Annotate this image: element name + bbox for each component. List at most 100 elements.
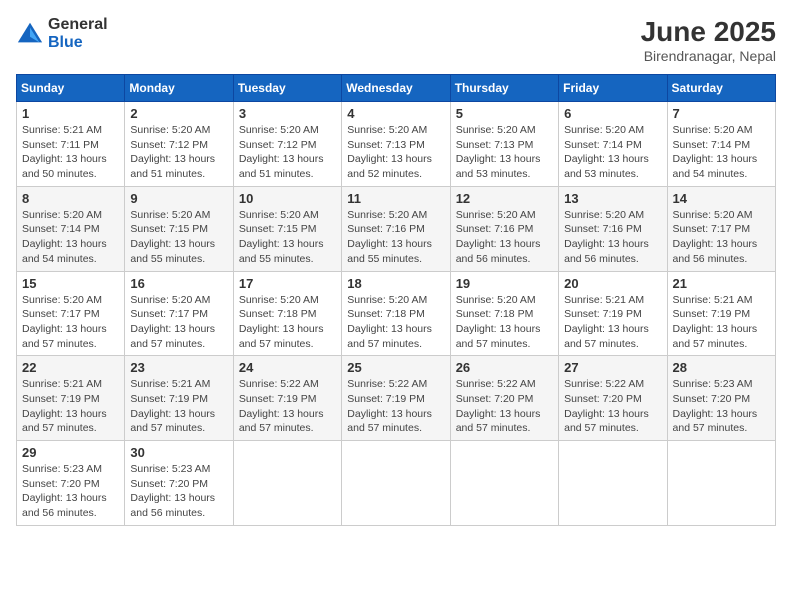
calendar-week-5: 29Sunrise: 5:23 AMSunset: 7:20 PMDayligh… — [17, 441, 776, 526]
day-number: 2 — [130, 106, 227, 121]
logo-text: General Blue — [48, 16, 108, 51]
calendar-header-row: SundayMondayTuesdayWednesdayThursdayFrid… — [17, 75, 776, 102]
calendar-day-1: 1 Sunrise: 5:21 AMSunset: 7:11 PMDaylight… — [17, 102, 125, 187]
day-info: Sunrise: 5:20 AMSunset: 7:13 PMDaylight:… — [456, 124, 541, 180]
calendar-day-empty — [342, 441, 450, 526]
calendar-week-2: 8 Sunrise: 5:20 AMSunset: 7:14 PMDaylight… — [17, 186, 776, 271]
day-info: Sunrise: 5:23 AMSunset: 7:20 PMDaylight:… — [130, 463, 215, 519]
logo-general-text: General — [48, 16, 108, 34]
logo-icon — [16, 20, 44, 48]
day-info: Sunrise: 5:20 AMSunset: 7:15 PMDaylight:… — [239, 209, 324, 265]
calendar-day-6: 6 Sunrise: 5:20 AMSunset: 7:14 PMDaylight… — [559, 102, 667, 187]
day-number: 14 — [673, 191, 770, 206]
day-number: 5 — [456, 106, 553, 121]
day-number: 28 — [673, 360, 770, 375]
day-info: Sunrise: 5:23 AMSunset: 7:20 PMDaylight:… — [673, 378, 758, 434]
calendar-week-3: 15Sunrise: 5:20 AMSunset: 7:17 PMDayligh… — [17, 271, 776, 356]
calendar-day-21: 21 Sunrise: 5:21 AMSunset: 7:19 PMDayligh… — [667, 271, 775, 356]
day-number: 19 — [456, 276, 553, 291]
day-info: Sunrise: 5:21 AMSunset: 7:19 PMDaylight:… — [673, 294, 758, 350]
day-info: Sunrise: 5:20 AMSunset: 7:12 PMDaylight:… — [130, 124, 215, 180]
calendar-header-monday: Monday — [125, 75, 233, 102]
logo-blue-text: Blue — [48, 34, 108, 52]
day-info: Sunrise: 5:21 AMSunset: 7:19 PMDaylight:… — [130, 378, 215, 434]
calendar-day-24: 24 Sunrise: 5:22 AMSunset: 7:19 PMDayligh… — [233, 356, 341, 441]
calendar-day-8: 8 Sunrise: 5:20 AMSunset: 7:14 PMDaylight… — [17, 186, 125, 271]
day-info: Sunrise: 5:20 AMSunset: 7:18 PMDaylight:… — [239, 294, 324, 350]
calendar-day-4: 4Sunrise: 5:20 AMSunset: 7:13 PMDaylight… — [342, 102, 450, 187]
calendar-day-18: 18Sunrise: 5:20 AMSunset: 7:18 PMDayligh… — [342, 271, 450, 356]
day-number: 30 — [130, 445, 227, 460]
day-number: 1 — [22, 106, 119, 121]
day-info: Sunrise: 5:20 AMSunset: 7:14 PMDaylight:… — [564, 124, 649, 180]
calendar-day-3: 3 Sunrise: 5:20 AMSunset: 7:12 PMDaylight… — [233, 102, 341, 187]
day-info: Sunrise: 5:20 AMSunset: 7:17 PMDaylight:… — [22, 294, 107, 350]
calendar-day-19: 19Sunrise: 5:20 AMSunset: 7:18 PMDayligh… — [450, 271, 558, 356]
day-info: Sunrise: 5:20 AMSunset: 7:16 PMDaylight:… — [456, 209, 541, 265]
calendar-day-empty — [233, 441, 341, 526]
day-number: 11 — [347, 191, 444, 206]
day-number: 7 — [673, 106, 770, 121]
calendar-header-thursday: Thursday — [450, 75, 558, 102]
day-info: Sunrise: 5:22 AMSunset: 7:20 PMDaylight:… — [456, 378, 541, 434]
day-info: Sunrise: 5:20 AMSunset: 7:16 PMDaylight:… — [564, 209, 649, 265]
calendar-day-30: 30 Sunrise: 5:23 AMSunset: 7:20 PMDayligh… — [125, 441, 233, 526]
calendar-day-10: 10Sunrise: 5:20 AMSunset: 7:15 PMDayligh… — [233, 186, 341, 271]
calendar-header-friday: Friday — [559, 75, 667, 102]
day-info: Sunrise: 5:20 AMSunset: 7:14 PMDaylight:… — [22, 209, 107, 265]
day-info: Sunrise: 5:20 AMSunset: 7:12 PMDaylight:… — [239, 124, 324, 180]
day-number: 8 — [22, 191, 119, 206]
day-number: 17 — [239, 276, 336, 291]
calendar-day-14: 14 Sunrise: 5:20 AMSunset: 7:17 PMDayligh… — [667, 186, 775, 271]
calendar-week-1: 1 Sunrise: 5:21 AMSunset: 7:11 PMDaylight… — [17, 102, 776, 187]
day-info: Sunrise: 5:21 AMSunset: 7:19 PMDaylight:… — [22, 378, 107, 434]
day-info: Sunrise: 5:20 AMSunset: 7:17 PMDaylight:… — [130, 294, 215, 350]
page-header: General Blue June 2025 Birendranagar, Ne… — [16, 16, 776, 64]
calendar-day-empty — [450, 441, 558, 526]
day-info: Sunrise: 5:20 AMSunset: 7:17 PMDaylight:… — [673, 209, 758, 265]
calendar-day-25: 25 Sunrise: 5:22 AMSunset: 7:19 PMDayligh… — [342, 356, 450, 441]
day-number: 26 — [456, 360, 553, 375]
day-number: 9 — [130, 191, 227, 206]
day-info: Sunrise: 5:20 AMSunset: 7:16 PMDaylight:… — [347, 209, 432, 265]
day-info: Sunrise: 5:21 AMSunset: 7:11 PMDaylight:… — [22, 124, 107, 180]
calendar-week-4: 22 Sunrise: 5:21 AMSunset: 7:19 PMDayligh… — [17, 356, 776, 441]
calendar-day-11: 11 Sunrise: 5:20 AMSunset: 7:16 PMDayligh… — [342, 186, 450, 271]
calendar-day-12: 12 Sunrise: 5:20 AMSunset: 7:16 PMDayligh… — [450, 186, 558, 271]
calendar-day-7: 7Sunrise: 5:20 AMSunset: 7:14 PMDaylight… — [667, 102, 775, 187]
day-info: Sunrise: 5:21 AMSunset: 7:19 PMDaylight:… — [564, 294, 649, 350]
calendar-header-sunday: Sunday — [17, 75, 125, 102]
day-number: 13 — [564, 191, 661, 206]
calendar-day-27: 27Sunrise: 5:22 AMSunset: 7:20 PMDayligh… — [559, 356, 667, 441]
day-info: Sunrise: 5:20 AMSunset: 7:15 PMDaylight:… — [130, 209, 215, 265]
logo: General Blue — [16, 16, 108, 51]
day-info: Sunrise: 5:23 AMSunset: 7:20 PMDaylight:… — [22, 463, 107, 519]
calendar-day-23: 23 Sunrise: 5:21 AMSunset: 7:19 PMDayligh… — [125, 356, 233, 441]
calendar-day-20: 20 Sunrise: 5:21 AMSunset: 7:19 PMDayligh… — [559, 271, 667, 356]
day-number: 23 — [130, 360, 227, 375]
day-info: Sunrise: 5:22 AMSunset: 7:19 PMDaylight:… — [239, 378, 324, 434]
calendar-day-empty — [559, 441, 667, 526]
calendar-header-wednesday: Wednesday — [342, 75, 450, 102]
day-number: 24 — [239, 360, 336, 375]
day-info: Sunrise: 5:22 AMSunset: 7:19 PMDaylight:… — [347, 378, 432, 434]
day-number: 20 — [564, 276, 661, 291]
calendar-day-29: 29Sunrise: 5:23 AMSunset: 7:20 PMDayligh… — [17, 441, 125, 526]
day-number: 21 — [673, 276, 770, 291]
calendar-day-17: 17 Sunrise: 5:20 AMSunset: 7:18 PMDayligh… — [233, 271, 341, 356]
calendar-day-15: 15Sunrise: 5:20 AMSunset: 7:17 PMDayligh… — [17, 271, 125, 356]
day-number: 27 — [564, 360, 661, 375]
day-number: 18 — [347, 276, 444, 291]
day-number: 4 — [347, 106, 444, 121]
calendar-day-5: 5 Sunrise: 5:20 AMSunset: 7:13 PMDaylight… — [450, 102, 558, 187]
day-number: 22 — [22, 360, 119, 375]
day-number: 12 — [456, 191, 553, 206]
day-number: 25 — [347, 360, 444, 375]
calendar-header-saturday: Saturday — [667, 75, 775, 102]
calendar-day-28: 28 Sunrise: 5:23 AMSunset: 7:20 PMDayligh… — [667, 356, 775, 441]
calendar-day-13: 13 Sunrise: 5:20 AMSunset: 7:16 PMDayligh… — [559, 186, 667, 271]
day-number: 6 — [564, 106, 661, 121]
day-number: 3 — [239, 106, 336, 121]
calendar-day-26: 26 Sunrise: 5:22 AMSunset: 7:20 PMDayligh… — [450, 356, 558, 441]
month-title: June 2025 — [641, 16, 776, 48]
